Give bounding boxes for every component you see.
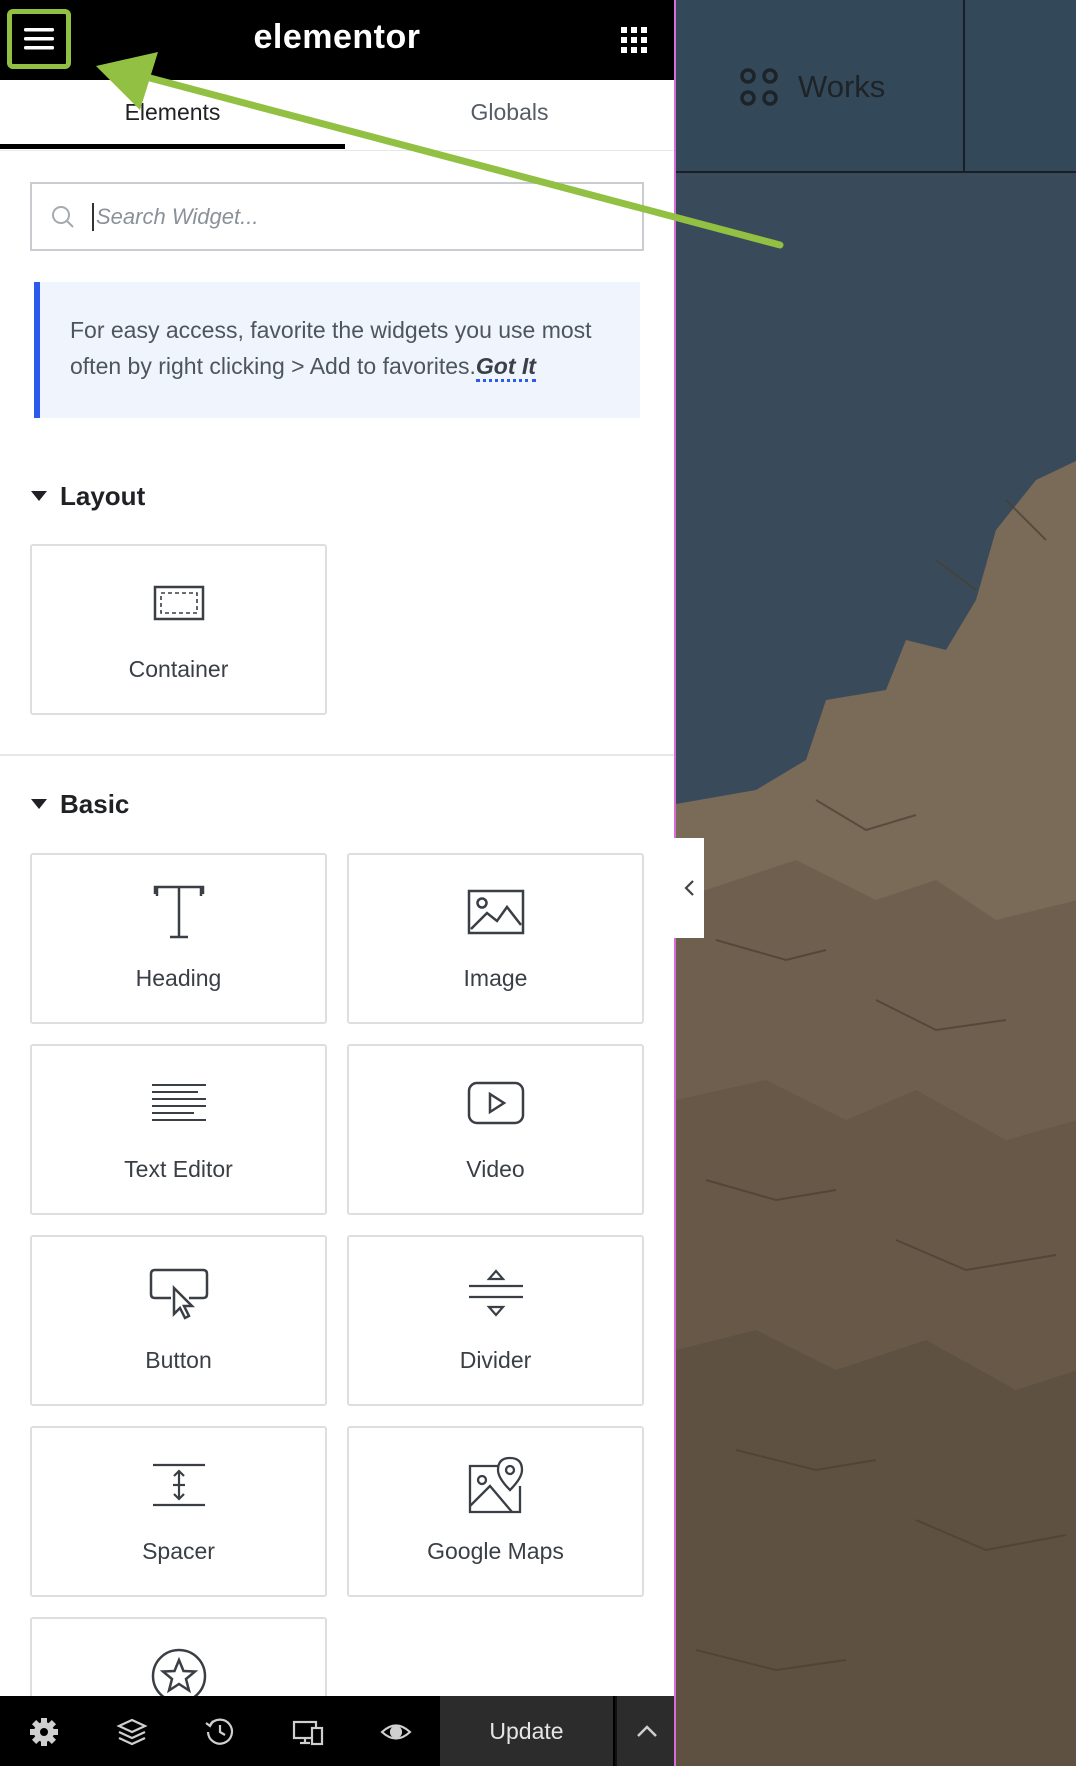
- container-icon: [153, 585, 204, 621]
- caret-down-icon: [31, 491, 47, 501]
- hamburger-menu-button[interactable]: [7, 9, 71, 69]
- widget-label: Video: [466, 1156, 525, 1182]
- spacer-icon: [152, 1463, 205, 1507]
- divider-icon: [468, 1269, 523, 1317]
- page-preview: Works: [674, 0, 1076, 1766]
- widget-spacer[interactable]: Spacer: [30, 1426, 327, 1597]
- widget-label: Button: [145, 1347, 212, 1373]
- widget-divider[interactable]: Divider: [347, 1235, 644, 1406]
- panel-header: elementor: [0, 0, 674, 80]
- history-icon[interactable]: [204, 1716, 236, 1748]
- widget-heading[interactable]: Heading: [30, 853, 327, 1024]
- tab-elements[interactable]: Elements: [0, 80, 345, 150]
- image-icon: [467, 889, 524, 935]
- section-title-layout: Layout: [60, 480, 146, 511]
- widget-image[interactable]: Image: [347, 853, 644, 1024]
- rocky-cliff-image: [676, 0, 1076, 1766]
- nav-works[interactable]: Works: [738, 66, 885, 108]
- widget-label: Text Editor: [124, 1156, 233, 1182]
- responsive-mode-icon[interactable]: [292, 1716, 324, 1748]
- widget-label: Image: [463, 965, 528, 991]
- search-widget-input[interactable]: [92, 202, 618, 231]
- section-divider: [0, 754, 674, 756]
- search-icon: [52, 205, 74, 228]
- got-it-link[interactable]: Got It: [475, 353, 536, 382]
- widget-label: Container: [128, 656, 229, 682]
- section-header-basic[interactable]: Basic: [30, 788, 129, 820]
- panel-footer: Update: [0, 1696, 674, 1766]
- four-dots-icon: [740, 68, 778, 106]
- collapse-panel-button[interactable]: [674, 838, 704, 938]
- section-header-layout[interactable]: Layout: [30, 480, 145, 512]
- video-icon: [467, 1081, 524, 1125]
- caret-down-icon: [31, 799, 47, 809]
- navigator-layers-icon[interactable]: [116, 1716, 148, 1748]
- favorites-notice: For easy access, favorite the widgets yo…: [34, 282, 640, 418]
- heading-icon: [153, 885, 204, 939]
- widget-text-editor[interactable]: Text Editor: [30, 1044, 327, 1215]
- elementor-panel: elementor Elements Globals For easy acce…: [0, 0, 674, 1766]
- button-icon: [149, 1268, 208, 1320]
- hamburger-menu-icon: [24, 28, 54, 50]
- widget-label: Spacer: [142, 1538, 215, 1564]
- widget-label: Divider: [459, 1347, 532, 1373]
- widget-google-maps[interactable]: Google Maps: [347, 1426, 644, 1597]
- panel-tabs: Elements Globals: [0, 80, 674, 151]
- chevron-up-icon: [636, 1725, 657, 1737]
- grid-apps-icon: [621, 27, 647, 53]
- publish-options-button[interactable]: [615, 1696, 674, 1766]
- settings-icon[interactable]: [28, 1716, 60, 1748]
- active-tab-indicator: [0, 144, 345, 149]
- preview-eye-icon[interactable]: [380, 1716, 412, 1748]
- apps-grid-button[interactable]: [618, 24, 650, 56]
- widget-button[interactable]: Button: [30, 1235, 327, 1406]
- widget-container[interactable]: Container: [30, 544, 327, 715]
- search-box: [30, 182, 644, 251]
- update-button[interactable]: Update: [440, 1696, 613, 1766]
- section-title-basic: Basic: [60, 788, 130, 819]
- widget-label: Google Maps: [427, 1538, 564, 1564]
- text-editor-icon: [151, 1084, 206, 1121]
- google-maps-icon: [468, 1456, 523, 1514]
- tab-globals[interactable]: Globals: [337, 80, 674, 150]
- widget-video[interactable]: Video: [347, 1044, 644, 1215]
- brand-logo: elementor: [253, 18, 421, 56]
- nav-works-label: Works: [798, 69, 886, 104]
- chevron-left-icon: [684, 880, 694, 896]
- widget-label: Heading: [135, 965, 222, 991]
